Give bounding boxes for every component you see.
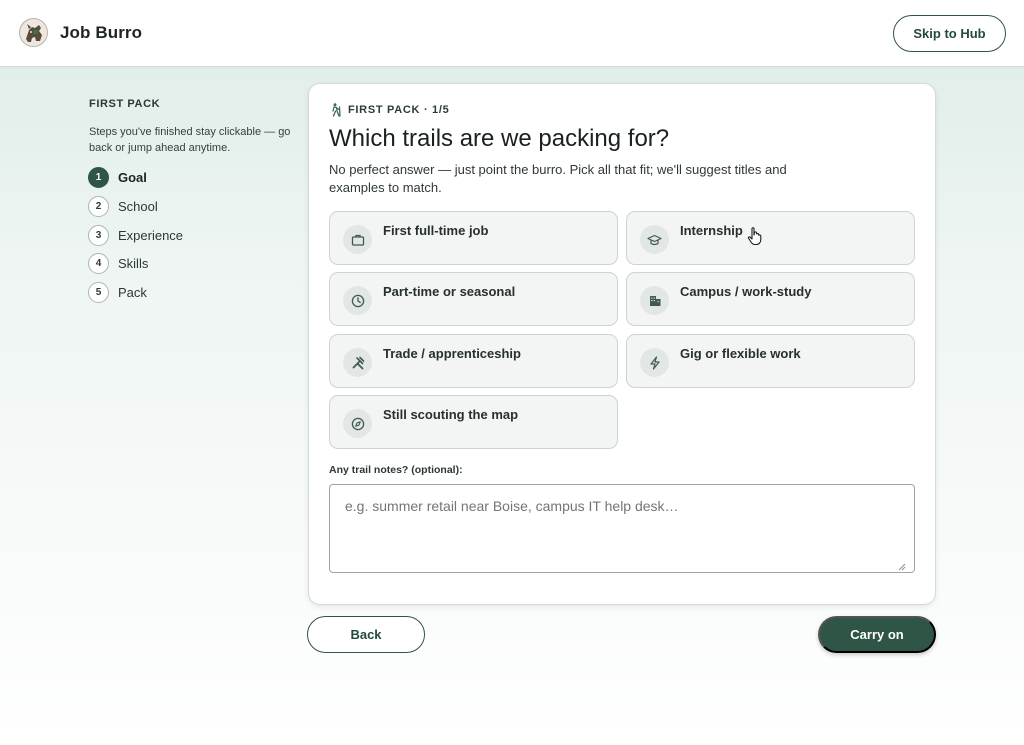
back-button[interactable]: Back bbox=[307, 616, 425, 653]
option-label: Gig or flexible work bbox=[680, 346, 801, 361]
step-experience[interactable]: 3 Experience bbox=[88, 224, 183, 246]
step-goal[interactable]: 1 Goal bbox=[88, 166, 147, 188]
step-number: 1 bbox=[88, 166, 109, 188]
step-label: Pack bbox=[118, 284, 147, 300]
option-label: Internship bbox=[680, 223, 743, 238]
option-first-full-time-job[interactable]: First full-time job bbox=[329, 211, 618, 265]
step-label: School bbox=[118, 198, 158, 214]
option-label: Trade / apprenticeship bbox=[383, 346, 521, 361]
app-name: Job Burro bbox=[60, 23, 143, 42]
option-trade-apprenticeship[interactable]: Trade / apprenticeship bbox=[329, 334, 618, 388]
lightning-icon bbox=[640, 348, 669, 377]
step-skills[interactable]: 4 Skills bbox=[88, 252, 148, 274]
step-number: 3 bbox=[88, 224, 109, 246]
building-icon bbox=[640, 286, 669, 315]
briefcase-icon bbox=[343, 225, 372, 254]
option-campus-work-study[interactable]: Campus / work-study bbox=[626, 272, 915, 326]
burro-logo-icon bbox=[19, 18, 48, 47]
card-eyebrow: FIRST PACK · 1/5 bbox=[329, 103, 449, 117]
skip-to-hub-button[interactable]: Skip to Hub bbox=[893, 15, 1006, 52]
resize-grip-icon[interactable] bbox=[897, 562, 906, 571]
step-number: 4 bbox=[88, 252, 109, 274]
hiker-icon bbox=[332, 103, 341, 117]
option-part-time-or-seasonal[interactable]: Part-time or seasonal bbox=[329, 272, 618, 326]
step-pack[interactable]: 5 Pack bbox=[88, 281, 147, 303]
step-school[interactable]: 2 School bbox=[88, 195, 158, 217]
question-subtitle: No perfect answer — just point the burro… bbox=[329, 162, 787, 195]
option-still-scouting[interactable]: Still scouting the map bbox=[329, 395, 618, 449]
step-counter: FIRST PACK · 1/5 bbox=[348, 104, 450, 116]
option-label: Campus / work-study bbox=[680, 284, 812, 299]
option-label: Part-time or seasonal bbox=[383, 284, 516, 299]
clock-icon bbox=[343, 286, 372, 315]
step-label: Goal bbox=[118, 169, 147, 185]
option-internship[interactable]: Internship bbox=[626, 211, 915, 265]
sidebar-title: FIRST PACK bbox=[89, 98, 161, 110]
step-number: 5 bbox=[88, 281, 109, 303]
trail-notes-textarea[interactable] bbox=[329, 484, 915, 573]
app-frame: Job Burro Skip to Hub FIRST PACK Steps y… bbox=[0, 0, 1024, 745]
graduation-cap-icon bbox=[640, 225, 669, 254]
tools-icon bbox=[343, 348, 372, 377]
option-label: Still scouting the map bbox=[383, 407, 519, 422]
step-label: Experience bbox=[118, 227, 184, 243]
option-label: First full-time job bbox=[383, 223, 489, 238]
top-bar: Job Burro Skip to Hub bbox=[0, 0, 1024, 67]
notes-label: Any trail notes? (optional): bbox=[329, 464, 463, 476]
sidebar-help-text: Steps you've finished stay clickable — g… bbox=[89, 126, 291, 154]
hand-cursor-icon bbox=[747, 227, 762, 246]
question-title: Which trails are we packing for? bbox=[329, 125, 670, 152]
option-gig-or-flexible-work[interactable]: Gig or flexible work bbox=[626, 334, 915, 388]
step-number: 2 bbox=[88, 195, 109, 217]
step-label: Skills bbox=[118, 255, 149, 271]
question-card: FIRST PACK · 1/5 Which trails are we pac… bbox=[308, 83, 936, 605]
compass-icon bbox=[343, 409, 372, 438]
carry-on-button[interactable]: Carry on bbox=[818, 616, 936, 653]
